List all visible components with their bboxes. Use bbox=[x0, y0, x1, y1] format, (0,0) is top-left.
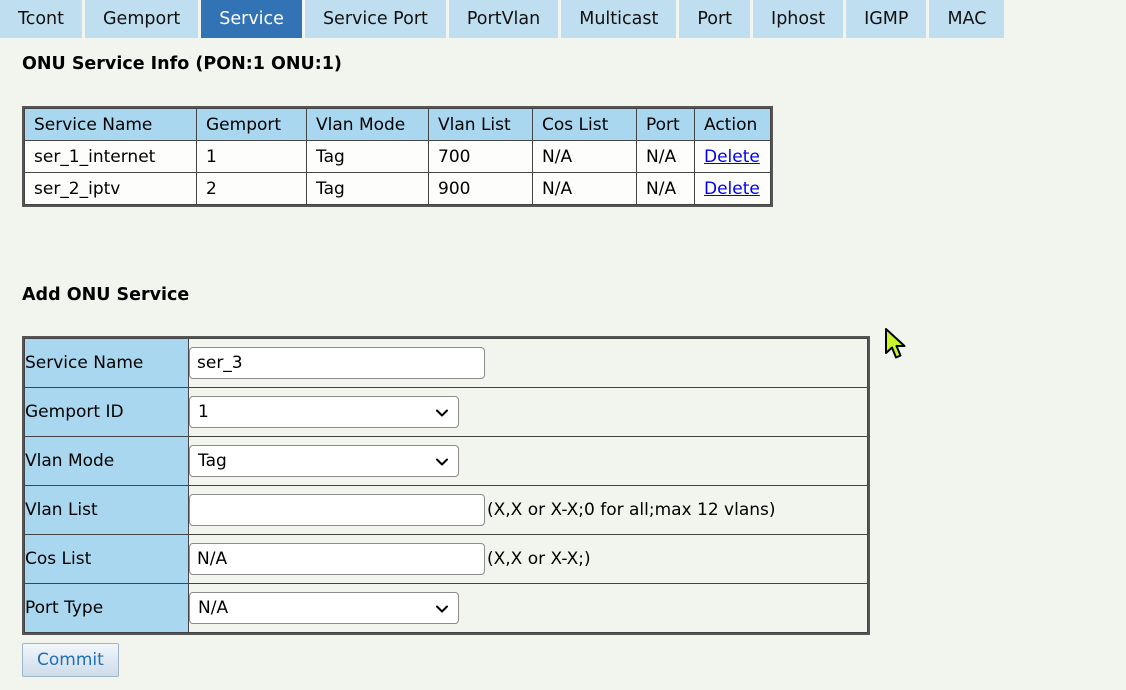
table-header-row: Service Name Gemport Vlan Mode Vlan List… bbox=[25, 109, 771, 141]
tab-service-port[interactable]: Service Port bbox=[305, 0, 446, 38]
vlan-list-hint: (X,X or X-X;0 for all;max 12 vlans) bbox=[487, 500, 776, 520]
tab-gemport[interactable]: Gemport bbox=[85, 0, 198, 38]
tab-label: MAC bbox=[947, 9, 986, 29]
tab-label: IGMP bbox=[864, 9, 908, 29]
cos-list-hint: (X,X or X-X;) bbox=[487, 549, 591, 569]
form-row-vlan-mode: Vlan Mode Tag bbox=[25, 437, 868, 486]
chevron-down-icon bbox=[435, 405, 449, 419]
cell-action: Delete bbox=[695, 173, 771, 205]
cell-gemport: 1 bbox=[197, 141, 307, 173]
tab-label: Service Port bbox=[323, 9, 428, 29]
service-name-input[interactable] bbox=[189, 347, 485, 379]
chevron-down-icon bbox=[435, 454, 449, 468]
cell-service-name: ser_2_iptv bbox=[25, 173, 197, 205]
delete-link[interactable]: Delete bbox=[704, 179, 760, 199]
tab-portvlan[interactable]: PortVlan bbox=[449, 0, 558, 38]
tab-iphost[interactable]: Iphost bbox=[753, 0, 843, 38]
tab-label: Tcont bbox=[18, 9, 64, 29]
gemport-id-select[interactable]: 1 bbox=[189, 396, 459, 428]
label-vlan-mode: Vlan Mode bbox=[25, 437, 189, 486]
cell-service-name: ser_1_internet bbox=[25, 141, 197, 173]
onu-service-info-heading: ONU Service Info (PON:1 ONU:1) bbox=[22, 54, 342, 74]
tab-label: Multicast bbox=[579, 9, 658, 29]
form-row-gemport-id: Gemport ID 1 bbox=[25, 388, 868, 437]
tab-label: Iphost bbox=[771, 9, 825, 29]
tab-label: Gemport bbox=[103, 9, 180, 29]
vlan-mode-select[interactable]: Tag bbox=[189, 445, 459, 477]
tab-label: Service bbox=[219, 9, 284, 29]
port-type-select[interactable]: N/A bbox=[189, 592, 459, 624]
cell-action: Delete bbox=[695, 141, 771, 173]
label-cos-list: Cos List bbox=[25, 535, 189, 584]
label-service-name: Service Name bbox=[25, 339, 189, 388]
tab-service[interactable]: Service bbox=[201, 0, 302, 38]
vlan-mode-value: Tag bbox=[198, 451, 227, 471]
form-row-vlan-list: Vlan List (X,X or X-X;0 for all;max 12 v… bbox=[25, 486, 868, 535]
chevron-down-icon bbox=[435, 601, 449, 615]
label-gemport-id: Gemport ID bbox=[25, 388, 189, 437]
gemport-id-value: 1 bbox=[198, 402, 209, 422]
col-header-gemport: Gemport bbox=[197, 109, 307, 141]
add-onu-service-form: Service Name Gemport ID 1 bbox=[22, 336, 870, 635]
cell-vlan-mode: Tag bbox=[307, 173, 429, 205]
col-header-vlan-mode: Vlan Mode bbox=[307, 109, 429, 141]
commit-button[interactable]: Commit bbox=[22, 643, 119, 677]
tab-label: Port bbox=[697, 9, 732, 29]
tab-tcont[interactable]: Tcont bbox=[0, 0, 82, 38]
tab-label: PortVlan bbox=[467, 9, 540, 29]
col-header-vlan-list: Vlan List bbox=[429, 109, 533, 141]
arrow-pointer-icon bbox=[884, 328, 910, 362]
col-header-port: Port bbox=[637, 109, 695, 141]
delete-link[interactable]: Delete bbox=[704, 147, 760, 167]
cell-cos-list: N/A bbox=[533, 141, 637, 173]
label-port-type: Port Type bbox=[25, 584, 189, 633]
tab-mac[interactable]: MAC bbox=[929, 0, 1004, 38]
cos-list-input[interactable] bbox=[189, 543, 485, 575]
cell-vlan-list: 700 bbox=[429, 141, 533, 173]
cell-cos-list: N/A bbox=[533, 173, 637, 205]
cell-vlan-list: 900 bbox=[429, 173, 533, 205]
col-header-service-name: Service Name bbox=[25, 109, 197, 141]
onu-service-info-table: Service Name Gemport Vlan Mode Vlan List… bbox=[22, 106, 773, 207]
cell-port: N/A bbox=[637, 173, 695, 205]
tab-bar: Tcont Gemport Service Service Port PortV… bbox=[0, 0, 1126, 38]
cell-gemport: 2 bbox=[197, 173, 307, 205]
vlan-list-input[interactable] bbox=[189, 494, 485, 526]
label-vlan-list: Vlan List bbox=[25, 486, 189, 535]
col-header-cos-list: Cos List bbox=[533, 109, 637, 141]
table-row: ser_2_iptv 2 Tag 900 N/A N/A Delete bbox=[25, 173, 771, 205]
tab-multicast[interactable]: Multicast bbox=[561, 0, 676, 38]
tab-igmp[interactable]: IGMP bbox=[846, 0, 926, 38]
port-type-value: N/A bbox=[198, 598, 228, 618]
form-row-service-name: Service Name bbox=[25, 339, 868, 388]
cell-vlan-mode: Tag bbox=[307, 141, 429, 173]
form-row-port-type: Port Type N/A bbox=[25, 584, 868, 633]
table-row: ser_1_internet 1 Tag 700 N/A N/A Delete bbox=[25, 141, 771, 173]
col-header-action: Action bbox=[695, 109, 771, 141]
add-onu-service-heading: Add ONU Service bbox=[22, 285, 189, 305]
form-row-cos-list: Cos List (X,X or X-X;) bbox=[25, 535, 868, 584]
tab-port[interactable]: Port bbox=[679, 0, 750, 38]
cell-port: N/A bbox=[637, 141, 695, 173]
